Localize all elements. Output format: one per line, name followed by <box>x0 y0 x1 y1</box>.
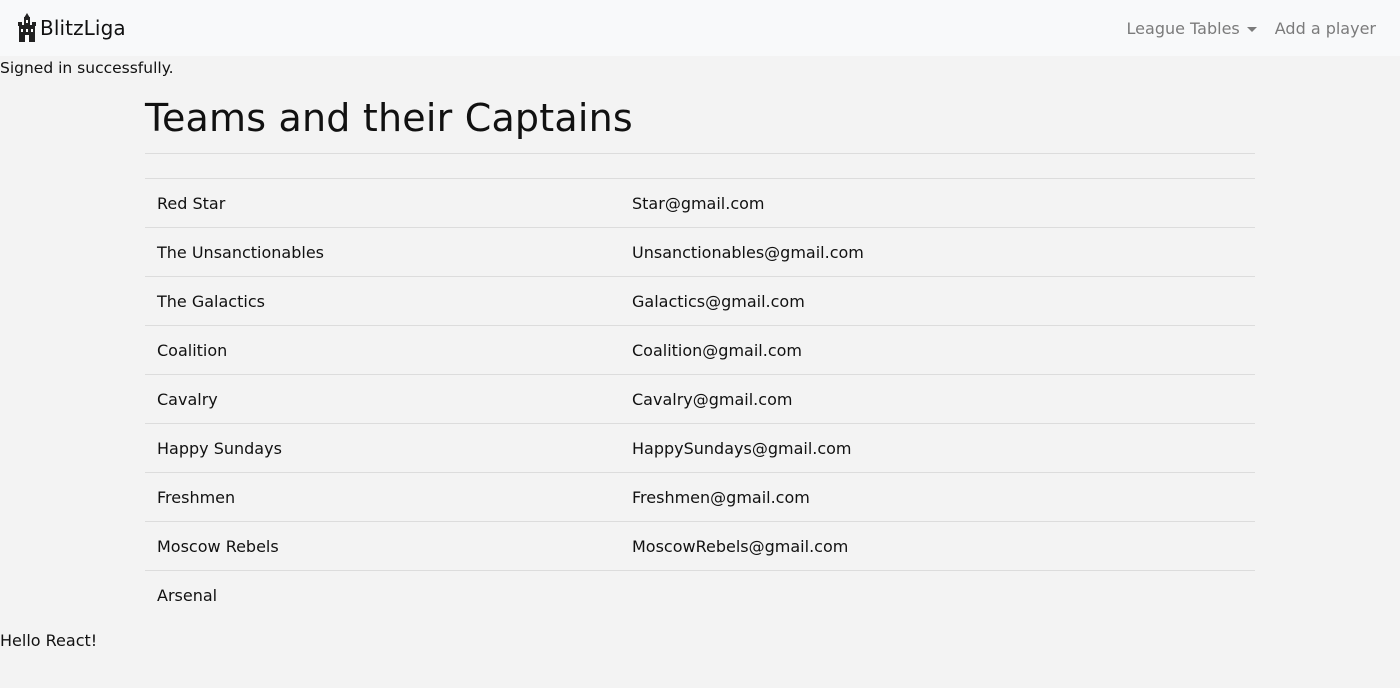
top-navbar: BlitzLiga League Tables Add a player <box>0 0 1400 56</box>
captain-email: MoscowRebels@gmail.com <box>620 521 1255 571</box>
table-row: Freshmen Freshmen@gmail.com <box>145 472 1255 522</box>
team-name: Red Star <box>145 178 620 228</box>
table-row: Red Star Star@gmail.com <box>145 178 1255 228</box>
captain-email: Unsanctionables@gmail.com <box>620 227 1255 277</box>
team-name: Happy Sundays <box>145 423 620 473</box>
table-row: Moscow Rebels MoscowRebels@gmail.com <box>145 521 1255 571</box>
team-name: The Galactics <box>145 276 620 326</box>
captain-email: Coalition@gmail.com <box>620 325 1255 375</box>
teams-table: Red Star Star@gmail.com The Unsanctionab… <box>145 178 1255 619</box>
castle-logo-icon <box>16 13 38 43</box>
team-name: Arsenal <box>145 570 620 619</box>
captain-email: Galactics@gmail.com <box>620 276 1255 326</box>
captain-email <box>620 570 1255 619</box>
team-name: Moscow Rebels <box>145 521 620 571</box>
captain-email: Star@gmail.com <box>620 178 1255 228</box>
team-name: Coalition <box>145 325 620 375</box>
league-tables-label: League Tables <box>1126 18 1240 38</box>
captain-email: Freshmen@gmail.com <box>620 472 1255 522</box>
captain-email: HappySundays@gmail.com <box>620 423 1255 473</box>
flash-notice: Signed in successfully. <box>0 59 174 77</box>
nav-links: League Tables Add a player <box>1127 19 1376 38</box>
caret-down-icon <box>1246 26 1257 32</box>
add-player-link[interactable]: Add a player <box>1275 19 1376 38</box>
table-row: The Galactics Galactics@gmail.com <box>145 276 1255 326</box>
captain-email: Cavalry@gmail.com <box>620 374 1255 424</box>
main-container: Teams and their Captains Red Star Star@g… <box>145 94 1255 619</box>
table-row: Cavalry Cavalry@gmail.com <box>145 374 1255 424</box>
team-name: The Unsanctionables <box>145 227 620 277</box>
page-title: Teams and their Captains <box>145 94 1255 154</box>
league-tables-dropdown[interactable]: League Tables <box>1127 19 1257 38</box>
brand-link[interactable]: BlitzLiga <box>16 13 126 43</box>
table-row: Happy Sundays HappySundays@gmail.com <box>145 423 1255 473</box>
brand-name: BlitzLiga <box>40 16 126 40</box>
table-row: Arsenal <box>145 570 1255 619</box>
hello-react-text: Hello React! <box>0 631 98 650</box>
table-row: The Unsanctionables Unsanctionables@gmai… <box>145 227 1255 277</box>
table-row: Coalition Coalition@gmail.com <box>145 325 1255 375</box>
team-name: Cavalry <box>145 374 620 424</box>
team-name: Freshmen <box>145 472 620 522</box>
